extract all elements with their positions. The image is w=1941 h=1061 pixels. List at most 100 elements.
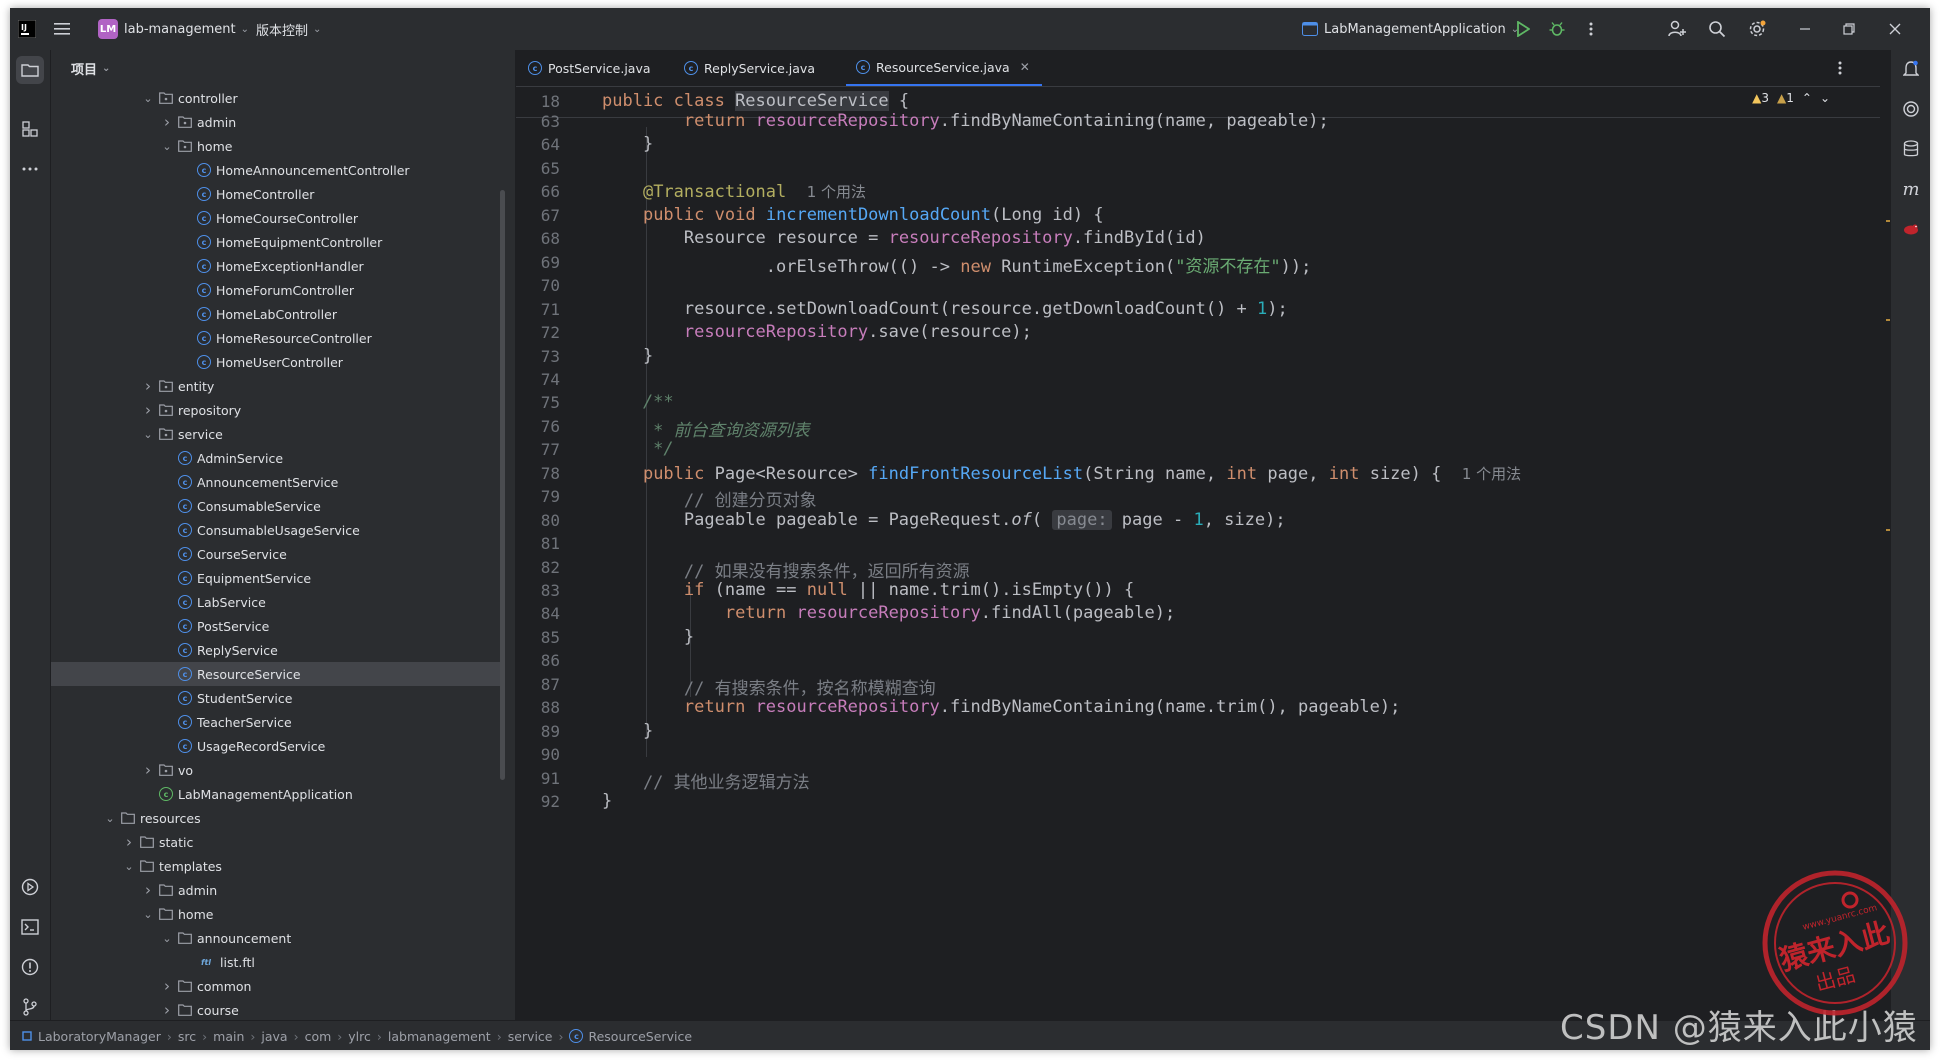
debug-icon[interactable] <box>1546 18 1568 40</box>
tree-item-announcementservice[interactable]: c AnnouncementService <box>51 470 505 494</box>
settings-gear-icon[interactable] <box>1746 18 1768 40</box>
tree-item-admin[interactable]: › admin <box>51 878 505 902</box>
tree-item-studentservice[interactable]: c StudentService <box>51 686 505 710</box>
tab-postservice[interactable]: c PostService.java <box>528 50 651 86</box>
breadcrumb-item[interactable]: labmanagement <box>388 1029 491 1044</box>
tree-item-replyservice[interactable]: c ReplyService <box>51 638 505 662</box>
tree-item-course[interactable]: › course <box>51 998 505 1022</box>
tree-item-admin[interactable]: › admin <box>51 110 505 134</box>
tree-item-home[interactable]: ⌄ home <box>51 134 505 158</box>
breadcrumb-item[interactable]: main <box>213 1029 244 1044</box>
chevron-right-icon[interactable]: › <box>141 377 155 395</box>
breadcrumb-item[interactable]: ylrc <box>348 1029 371 1044</box>
tree-item-homeannouncementcontroller[interactable]: c HomeAnnouncementController <box>51 158 505 182</box>
chevron-right-icon[interactable]: › <box>160 113 174 131</box>
project-switcher[interactable]: LM lab-management ⌄ <box>98 8 249 50</box>
project-tool-folder-icon[interactable] <box>16 56 44 84</box>
breadcrumb-item[interactable]: service <box>508 1029 553 1044</box>
restore-window-icon[interactable] <box>1838 18 1860 40</box>
tree-item-static[interactable]: › static <box>51 830 505 854</box>
chevron-down-icon[interactable]: ⌄ <box>1820 91 1830 105</box>
breadcrumb-item[interactable]: java <box>261 1029 287 1044</box>
app-logo-icon[interactable]: IJ <box>18 8 36 50</box>
chevron-down-icon[interactable]: ⌄ <box>141 908 155 921</box>
chevron-down-icon[interactable]: ⌄ <box>103 812 117 825</box>
chevron-down-icon[interactable]: ⌄ <box>141 428 155 441</box>
tab-options-icon[interactable] <box>1838 60 1842 79</box>
breadcrumb-item[interactable]: com <box>305 1029 332 1044</box>
notifications-bell-icon[interactable] <box>1900 58 1922 80</box>
search-icon[interactable] <box>1706 18 1728 40</box>
tree-item-homecontroller[interactable]: c HomeController <box>51 182 505 206</box>
tree-item-homecoursecontroller[interactable]: c HomeCourseController <box>51 206 505 230</box>
project-panel-header[interactable]: 项目 ⌄ <box>51 50 515 86</box>
chevron-right-icon[interactable]: › <box>141 401 155 419</box>
tree-item-courseservice[interactable]: c CourseService <box>51 542 505 566</box>
tree-item-consumableusageservice[interactable]: c ConsumableUsageService <box>51 518 505 542</box>
vcs-widget[interactable]: 版本控制 ⌄ <box>256 8 321 50</box>
breadcrumb-item[interactable]: ResourceService <box>588 1029 692 1044</box>
breadcrumb-item[interactable]: src <box>178 1029 196 1044</box>
chevron-down-icon[interactable]: ⌄ <box>160 932 174 945</box>
chevron-up-icon[interactable]: ⌃ <box>1802 91 1812 105</box>
tab-resourceservice[interactable]: c ResourceService.java ✕ <box>846 50 1042 86</box>
more-actions-icon[interactable] <box>1580 18 1602 40</box>
main-menu-icon[interactable] <box>54 8 70 50</box>
minimize-window-icon[interactable] <box>1794 18 1816 40</box>
plugin-bird-icon[interactable] <box>1900 218 1922 240</box>
run-icon[interactable] <box>1512 18 1534 40</box>
tree-item-consumableservice[interactable]: c ConsumableService <box>51 494 505 518</box>
tree-item-controller[interactable]: ⌄ controller <box>51 86 505 110</box>
tree-item-templates[interactable]: ⌄ templates <box>51 854 505 878</box>
project-scrollbar[interactable] <box>500 190 505 780</box>
chevron-down-icon[interactable]: ⌄ <box>160 140 174 153</box>
tree-item-usagerecordservice[interactable]: c UsageRecordService <box>51 734 505 758</box>
inspection-widget[interactable]: ▲3 ▲1 ⌃ ⌄ <box>1752 91 1830 105</box>
problems-icon[interactable] <box>19 956 41 978</box>
tab-replyservice[interactable]: c ReplyService.java <box>684 50 815 86</box>
tree-item-teacherservice[interactable]: c TeacherService <box>51 710 505 734</box>
terminal-icon[interactable] <box>19 916 41 938</box>
ai-assistant-icon[interactable] <box>1900 98 1922 120</box>
tree-item-homeequipmentcontroller[interactable]: c HomeEquipmentController <box>51 230 505 254</box>
run-config-selector[interactable]: LabManagementApplication ⌄ <box>1302 8 1519 50</box>
structure-icon[interactable] <box>19 118 41 140</box>
maven-icon[interactable]: m <box>1900 178 1922 200</box>
tree-item-entity[interactable]: › entity <box>51 374 505 398</box>
tree-item-vo[interactable]: › vo <box>51 758 505 782</box>
chevron-right-icon[interactable]: › <box>141 761 155 779</box>
tree-item-home[interactable]: ⌄ home <box>51 902 505 926</box>
more-tools-icon[interactable] <box>19 158 41 180</box>
tree-item-list-ftl[interactable]: ftl list.ftl <box>51 950 505 974</box>
tree-item-homelabcontroller[interactable]: c HomeLabController <box>51 302 505 326</box>
tree-item-homeexceptionhandler[interactable]: c HomeExceptionHandler <box>51 254 505 278</box>
chevron-down-icon[interactable]: ⌄ <box>141 92 155 105</box>
code-view[interactable]: 18 public class ResourceService { ▲3 ▲1 … <box>516 87 1898 1030</box>
chevron-right-icon[interactable]: › <box>141 881 155 899</box>
breadcrumb-item[interactable]: LaboratoryManager <box>38 1029 161 1044</box>
tree-item-homeusercontroller[interactable]: c HomeUserController <box>51 350 505 374</box>
close-window-icon[interactable] <box>1884 18 1906 40</box>
tree-item-service[interactable]: ⌄ service <box>51 422 505 446</box>
tree-item-resourceservice[interactable]: c ResourceService <box>51 662 505 686</box>
tree-item-adminservice[interactable]: c AdminService <box>51 446 505 470</box>
chevron-right-icon[interactable]: › <box>122 833 136 851</box>
tree-item-homeresourcecontroller[interactable]: c HomeResourceController <box>51 326 505 350</box>
services-run-icon[interactable] <box>19 876 41 898</box>
tree-item-repository[interactable]: › repository <box>51 398 505 422</box>
tree-item-postservice[interactable]: c PostService <box>51 614 505 638</box>
chevron-right-icon[interactable]: › <box>160 977 174 995</box>
chevron-right-icon[interactable]: › <box>160 1001 174 1019</box>
tree-item-labmanagementapplication[interactable]: c LabManagementApplication <box>51 782 505 806</box>
tree-item-resources[interactable]: ⌄ resources <box>51 806 505 830</box>
tree-item-announcement[interactable]: ⌄ announcement <box>51 926 505 950</box>
git-branch-icon[interactable] <box>19 996 41 1018</box>
tree-item-labservice[interactable]: c LabService <box>51 590 505 614</box>
tree-item-common[interactable]: › common <box>51 974 505 998</box>
close-tab-icon[interactable]: ✕ <box>1020 60 1030 74</box>
database-icon[interactable] <box>1900 138 1922 160</box>
add-user-icon[interactable] <box>1666 18 1688 40</box>
tree-item-homeforumcontroller[interactable]: c HomeForumController <box>51 278 505 302</box>
chevron-down-icon[interactable]: ⌄ <box>122 860 136 873</box>
tree-item-equipmentservice[interactable]: c EquipmentService <box>51 566 505 590</box>
